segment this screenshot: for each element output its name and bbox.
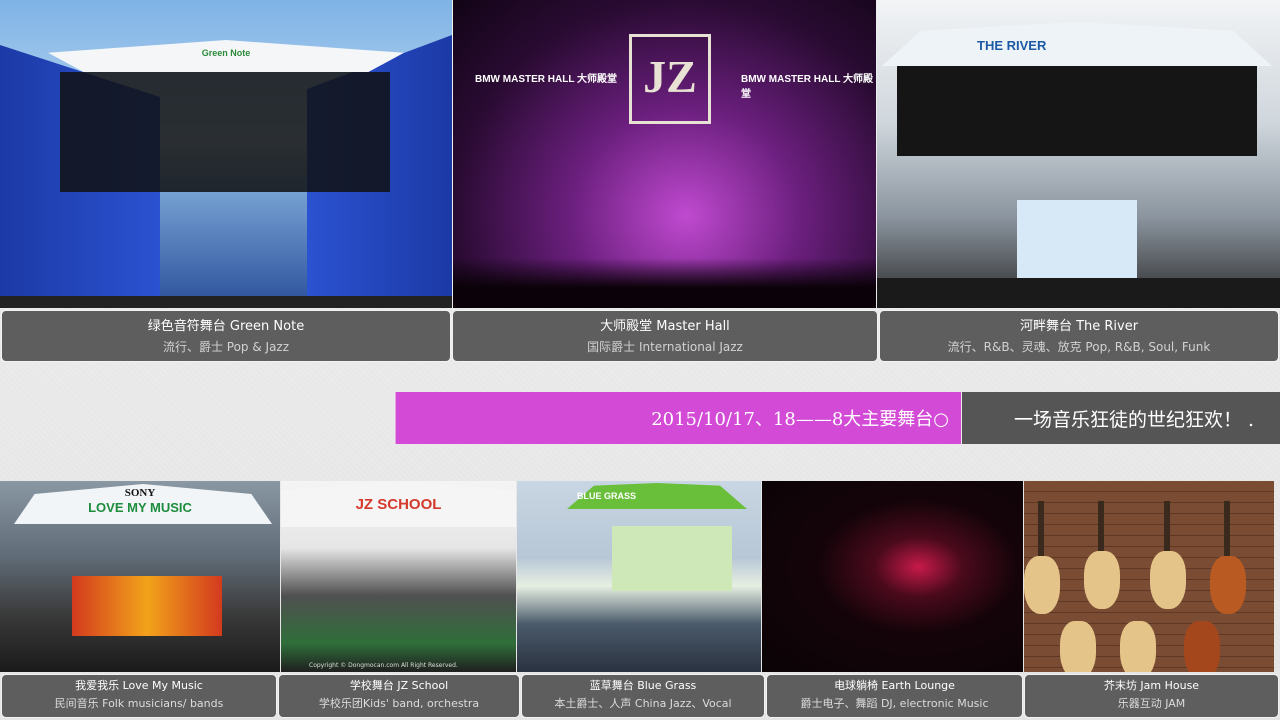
canopy-text: JZ SCHOOL bbox=[355, 496, 442, 513]
guitar-body bbox=[1084, 551, 1120, 609]
stage-name: 我爱我乐 Love My Music bbox=[75, 679, 203, 692]
stage-name: 蓝草舞台 Blue Grass bbox=[589, 679, 697, 692]
stage-screen bbox=[612, 526, 732, 591]
jz-festival-logo: JZ bbox=[629, 34, 711, 124]
stage-name: 电球躺椅 Earth Lounge bbox=[834, 679, 955, 692]
guitar-body bbox=[1024, 556, 1060, 614]
tagline-banner: 一场音乐狂徒的世纪狂欢！ . bbox=[962, 392, 1280, 444]
event-date-banner: 2015/10/17、18——8大主要舞台○ bbox=[395, 392, 961, 444]
stage-name: 芥末坊 Jam House bbox=[1103, 679, 1200, 692]
green-note-stage-photo: Green Note bbox=[0, 0, 452, 308]
stage-genre: 国际爵士 International Jazz bbox=[587, 340, 743, 354]
stage-genre: 民间音乐 Folk musicians/ bands bbox=[54, 697, 224, 710]
love-my-music-stage-photo: SONY LOVE MY MUSIC bbox=[0, 481, 280, 672]
event-date-text: 2015/10/17、18——8大主要舞台○ bbox=[651, 409, 949, 430]
stage-name: 大师殿堂 Master Hall bbox=[600, 319, 730, 334]
canopy-text: LOVE MY MUSIC bbox=[88, 500, 192, 515]
stage-name: 学校舞台 JZ School bbox=[349, 679, 449, 692]
the-river-stage-photo: THE RIVER bbox=[877, 0, 1280, 308]
stage-caption-jz-school: 学校舞台 JZ School 学校乐团Kids' band, orchestra bbox=[278, 674, 520, 718]
guitar-body bbox=[1184, 621, 1220, 672]
guitar-body bbox=[1120, 621, 1156, 672]
guitar-body bbox=[1210, 556, 1246, 614]
canopy-text: BLUE GRASS bbox=[577, 491, 637, 501]
lighting-rig bbox=[897, 66, 1257, 156]
stage-floor bbox=[877, 278, 1280, 308]
guitar-body bbox=[1060, 621, 1096, 672]
photo-watermark: Copyright © Dongmocan.com All Right Rese… bbox=[309, 662, 458, 669]
canopy-text: Green Note bbox=[201, 48, 251, 58]
master-hall-stage-photo: BMW MASTER HALL 大师殿堂 JZ BMW MASTER HALL … bbox=[453, 0, 876, 308]
stage-caption-blue-grass: 蓝草舞台 Blue Grass 本土爵士、人声 China Jazz、Vocal bbox=[521, 674, 765, 718]
earth-lounge-stage-photo bbox=[762, 481, 1023, 672]
stage-genre: 爵士电子、舞蹈 DJ, electronic Music bbox=[800, 697, 989, 710]
stage-caption-green-note: 绿色音符舞台 Green Note 流行、爵士 Pop & Jazz bbox=[1, 310, 451, 362]
stage-caption-love-my-music: 我爱我乐 Love My Music 民间音乐 Folk musicians/ … bbox=[1, 674, 277, 718]
lighting-rig bbox=[60, 72, 390, 192]
stage-genre: 乐器互动 JAM bbox=[1117, 697, 1186, 710]
blue-grass-stage-photo: BLUE GRASS bbox=[517, 481, 761, 672]
stage-caption-the-river: 河畔舞台 The River 流行、R&B、灵魂、放克 Pop, R&B, So… bbox=[879, 310, 1279, 362]
jam-house-guitar-wall-photo bbox=[1024, 481, 1274, 672]
jz-school-stage-photo: JZ SCHOOL Copyright © Dongmocan.com All … bbox=[281, 481, 516, 672]
stage-caption-master-hall: 大师殿堂 Master Hall 国际爵士 International Jazz bbox=[452, 310, 878, 362]
stage-caption-jam-house: 芥末坊 Jam House 乐器互动 JAM bbox=[1024, 674, 1279, 718]
stage-name: 绿色音符舞台 Green Note bbox=[147, 319, 305, 334]
stage-screen bbox=[72, 576, 222, 636]
stage-name: 河畔舞台 The River bbox=[1019, 319, 1139, 334]
stage-floor bbox=[0, 296, 452, 308]
stage-screen bbox=[1017, 200, 1137, 280]
tagline-text: 一场音乐狂徒的世纪狂欢！ . bbox=[1014, 408, 1255, 431]
bmw-sign-left: BMW MASTER HALL 大师殿堂 bbox=[475, 74, 618, 85]
guitar-body bbox=[1150, 551, 1186, 609]
sony-logo-text: SONY bbox=[124, 487, 156, 499]
stage-genre: 流行、R&B、灵魂、放克 Pop, R&B, Soul, Funk bbox=[947, 340, 1211, 354]
audience-silhouette bbox=[453, 258, 876, 308]
stage-caption-earth-lounge: 电球躺椅 Earth Lounge 爵士电子、舞蹈 DJ, electronic… bbox=[766, 674, 1023, 718]
stage-genre: 流行、爵士 Pop & Jazz bbox=[162, 340, 290, 354]
canopy-text: THE RIVER bbox=[977, 38, 1047, 53]
stage-genre: 本土爵士、人声 China Jazz、Vocal bbox=[554, 697, 732, 710]
bmw-sign-right: BMW MASTER HALL 大师殿堂 bbox=[741, 74, 874, 100]
stage-genre: 学校乐团Kids' band, orchestra bbox=[318, 697, 480, 710]
